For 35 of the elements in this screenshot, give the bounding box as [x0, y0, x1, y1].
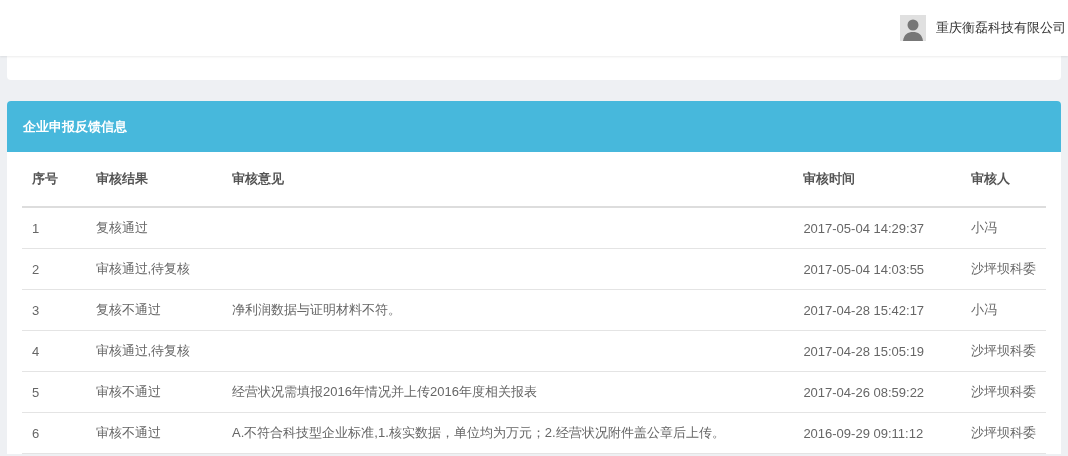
table-cell: 2017-05-04 14:03:55 — [803, 261, 925, 277]
column-header: 序号 — [22, 152, 86, 207]
table-cell: 2017-04-26 08:59:22 — [803, 384, 925, 400]
column-header: 审核时间 — [793, 152, 961, 207]
table-cell: 2016-09-29 09:11:12 — [803, 425, 924, 441]
avatar-icon — [900, 15, 926, 41]
table-cell: 净利润数据与证明材料不符。 — [232, 302, 401, 317]
table-cell: 5 — [32, 384, 40, 400]
table-cell: A.不符合科技型企业标准,1.核实数据，单位均为万元；2.经营状况附件盖公章后上传。 — [232, 425, 725, 440]
table-cell: 小冯 — [971, 302, 997, 317]
table-cell: 2017-04-28 15:05:19 — [803, 343, 925, 359]
table-cell: 2017-05-04 14:29:37 — [803, 220, 925, 236]
table-cell: 沙坪坝科委 — [971, 261, 1036, 276]
table-cell: 小冯 — [971, 220, 997, 235]
column-header: 审核人 — [961, 152, 1046, 207]
table-cell: 沙坪坝科委 — [971, 384, 1036, 399]
table-cell: 复核通过 — [95, 220, 148, 235]
table-cell: 6 — [32, 425, 40, 441]
column-header: 审核结果 — [85, 152, 222, 207]
table-cell: 沙坪坝科委 — [971, 343, 1036, 358]
table-cell: 4 — [32, 343, 40, 359]
panel-title: 企业申报反馈信息 — [7, 101, 1061, 152]
table-cell: 审核通过,待复核 — [95, 261, 191, 276]
table-cell: 2017-04-28 15:42:17 — [803, 302, 925, 318]
table-cell: 审核不通过 — [95, 384, 161, 399]
table-cell: 3 — [32, 302, 40, 318]
table-cell: 审核通过,待复核 — [95, 343, 191, 358]
table-cell: 沙坪坝科委 — [971, 425, 1036, 440]
table-cell: 经营状况需填报2016年情况并上传2016年度相关报表 — [232, 384, 537, 399]
table-cell: 审核不通过 — [95, 425, 161, 440]
table-cell: 复核不通过 — [95, 302, 161, 317]
column-header: 审核意见 — [222, 152, 794, 207]
table-cell: 2 — [32, 261, 40, 277]
table-cell: 1 — [32, 220, 40, 236]
company-name[interactable]: 重庆衡磊科技有限公司 — [936, 19, 1066, 37]
